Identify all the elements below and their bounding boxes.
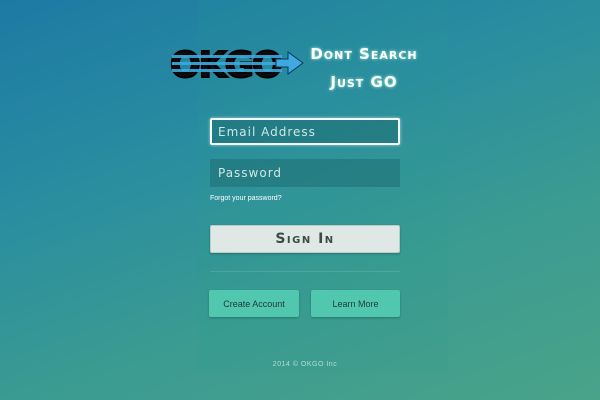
copyright-footer: 2014 © OKGO Inc [272, 361, 338, 368]
divider [210, 271, 400, 272]
sign-in-button[interactable]: Sign In [210, 225, 400, 253]
tagline-line-1: Dont Search [310, 45, 418, 63]
tagline-line-2: Just GO [330, 73, 398, 91]
forgot-password-link[interactable]: Forgot your password? [210, 195, 282, 202]
password-field[interactable] [210, 159, 400, 187]
email-field[interactable] [210, 118, 400, 145]
logo-wordmark: OKGO [169, 44, 284, 82]
create-account-button[interactable]: Create Account [209, 290, 299, 317]
okgo-logo: OKGO [169, 44, 304, 82]
learn-more-button[interactable]: Learn More [311, 290, 400, 317]
